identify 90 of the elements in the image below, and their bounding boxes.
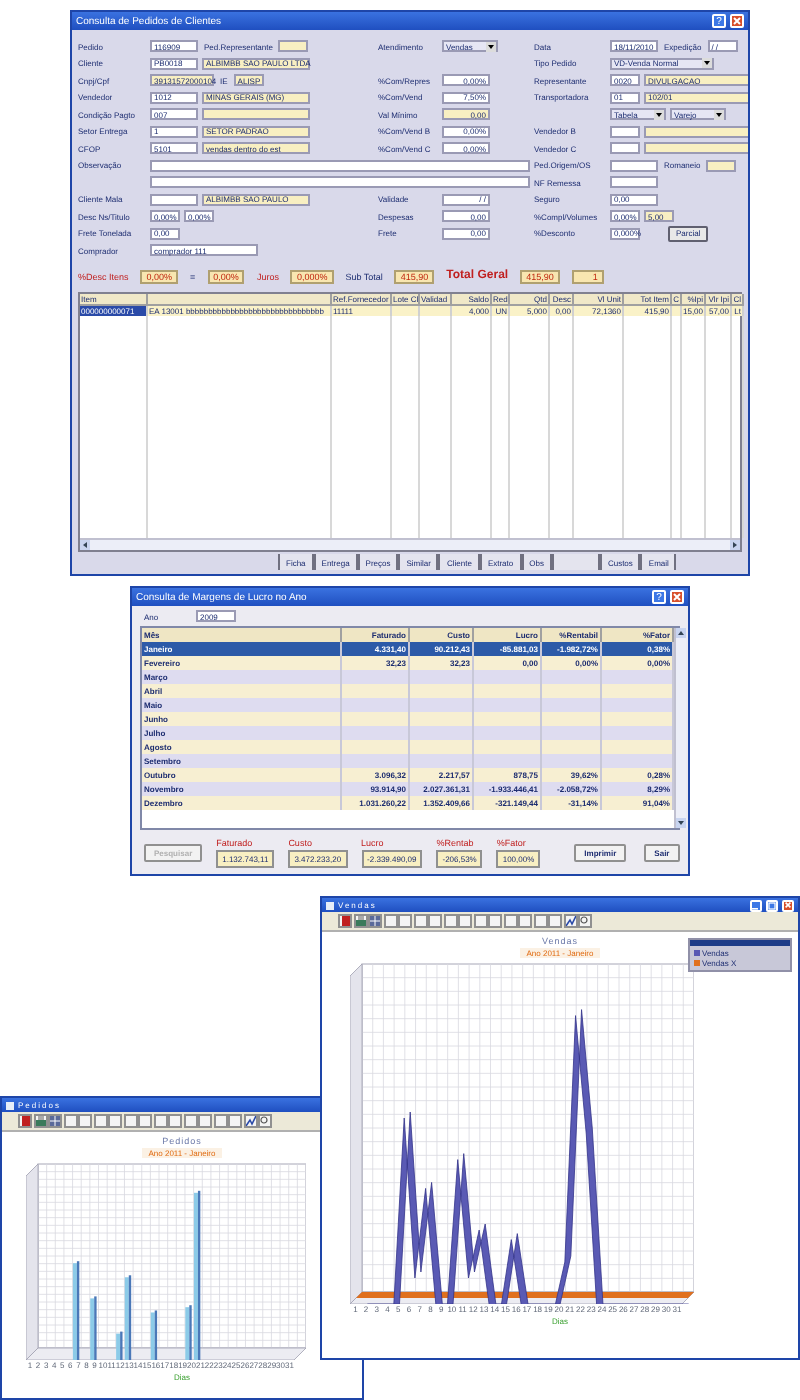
table-cell[interactable]	[542, 698, 602, 712]
caret-icon	[702, 58, 712, 69]
table-cell[interactable]	[410, 740, 474, 754]
caret-icon	[486, 41, 496, 52]
table-cell[interactable]	[410, 726, 474, 740]
maximize-button[interactable]	[766, 899, 778, 911]
table-cell[interactable]	[342, 684, 410, 698]
chart-icon	[245, 1116, 255, 1126]
chart-icon	[565, 916, 575, 926]
input-field[interactable]	[610, 176, 658, 189]
table-cell[interactable]	[672, 305, 682, 315]
toolbar-button[interactable]	[33, 1114, 47, 1128]
toolbar-button[interactable]	[338, 914, 352, 928]
app-icon	[326, 901, 334, 909]
toolbar-button[interactable]	[258, 1114, 272, 1128]
table-cell[interactable]	[602, 754, 674, 768]
table-cell[interactable]	[410, 754, 474, 768]
close-icon	[672, 592, 682, 602]
zoom-icon	[260, 1116, 270, 1126]
close-button[interactable]	[782, 899, 794, 911]
table-cell[interactable]	[342, 698, 410, 712]
input-field[interactable]	[150, 176, 530, 189]
table-cell[interactable]	[474, 670, 542, 684]
input-field[interactable]	[150, 159, 530, 172]
table-cell[interactable]	[410, 712, 474, 726]
table-cell[interactable]	[602, 698, 674, 712]
input-field[interactable]	[610, 125, 640, 138]
arrow-right-icon[interactable]	[730, 540, 740, 550]
vertical-scrollbar[interactable]	[674, 628, 686, 828]
stop-icon	[341, 916, 349, 926]
table-cell[interactable]	[602, 670, 674, 684]
input-field[interactable]	[610, 159, 658, 172]
close-icon	[732, 16, 742, 26]
table-cell[interactable]	[420, 305, 452, 315]
minimize-button[interactable]	[750, 899, 762, 911]
table-cell[interactable]	[602, 712, 674, 726]
table-cell[interactable]	[474, 712, 542, 726]
input-field[interactable]	[610, 142, 640, 155]
table-cell[interactable]	[542, 684, 602, 698]
arrow-up-icon[interactable]	[676, 628, 686, 638]
table-cell[interactable]	[542, 740, 602, 754]
table-cell[interactable]	[474, 684, 542, 698]
table-cell[interactable]	[542, 712, 602, 726]
arrow-down-icon[interactable]	[676, 818, 686, 828]
table-cell[interactable]	[542, 726, 602, 740]
caret-icon	[654, 109, 664, 120]
table-cell[interactable]	[342, 726, 410, 740]
table-cell[interactable]	[602, 726, 674, 740]
toolbar-button[interactable]	[243, 1114, 257, 1128]
input-field[interactable]	[706, 159, 737, 172]
horizontal-scrollbar[interactable]	[80, 538, 740, 550]
bar	[90, 1296, 97, 1360]
close-icon	[784, 900, 792, 910]
table-cell[interactable]	[474, 698, 542, 712]
table-cell[interactable]	[342, 740, 410, 754]
table-cell[interactable]	[474, 740, 542, 754]
table-cell[interactable]	[342, 670, 410, 684]
table-cell[interactable]	[474, 726, 542, 740]
input-field[interactable]	[202, 108, 310, 121]
arrow-left-icon[interactable]	[80, 540, 90, 550]
bar	[72, 1261, 80, 1360]
table-cell[interactable]	[410, 670, 474, 684]
close-button[interactable]	[670, 590, 684, 604]
input-field[interactable]	[644, 142, 748, 155]
toolbar-button[interactable]	[18, 1114, 32, 1128]
input-field[interactable]	[644, 125, 748, 138]
bar	[150, 1310, 158, 1360]
table-cell[interactable]	[602, 740, 674, 754]
app-icon	[6, 1101, 14, 1109]
table-cell[interactable]	[392, 305, 420, 315]
zoom-icon	[580, 916, 590, 926]
table-cell[interactable]	[542, 670, 602, 684]
table-cell[interactable]	[342, 754, 410, 768]
toolbar-button[interactable]	[551, 554, 600, 570]
table-cell[interactable]	[602, 684, 674, 698]
toolbar-button[interactable]	[563, 914, 577, 928]
grid-icon	[50, 1116, 60, 1126]
stop-icon	[21, 1116, 29, 1126]
toolbar-button[interactable]	[353, 914, 367, 928]
table-cell[interactable]	[342, 712, 410, 726]
grid-icon	[370, 916, 380, 926]
table-cell[interactable]	[410, 698, 474, 712]
caret-icon	[714, 109, 724, 120]
table-cell[interactable]	[542, 754, 602, 768]
close-button[interactable]	[730, 14, 744, 28]
table-cell[interactable]	[410, 684, 474, 698]
toolbar-button[interactable]	[578, 914, 592, 928]
input-field[interactable]	[150, 193, 198, 206]
input-field[interactable]	[278, 40, 309, 53]
table-cell[interactable]	[474, 754, 542, 768]
